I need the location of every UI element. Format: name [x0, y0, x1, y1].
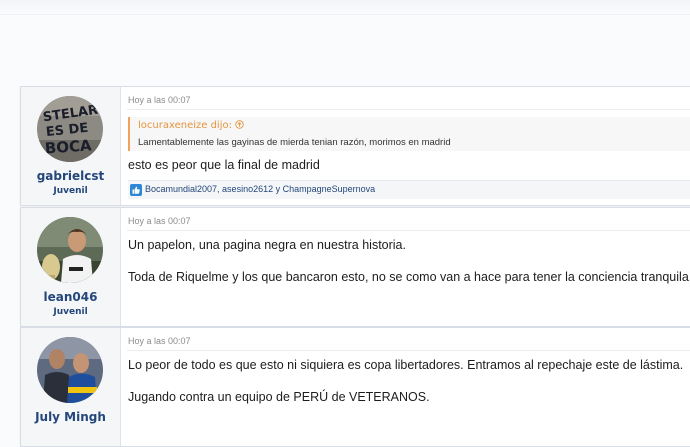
post-1: STELAR ES DE BOCA gabrielcst Juvenil Hoy… — [20, 86, 690, 206]
message-line: Un papelon, una pagina negra en nuestra … — [128, 238, 406, 252]
username[interactable]: July Mingh — [21, 410, 120, 424]
message-line: Jugando contra un equipo de PERÚ de VETE… — [128, 390, 430, 404]
post-content: Hoy a las 00:07 locuraxeneize dijo: Lame… — [127, 87, 690, 205]
quote-text: Lamentablemente las gayinas de mierda te… — [138, 137, 451, 148]
quote-author[interactable]: locuraxeneize dijo: — [138, 120, 244, 131]
message-line: Toda de Riquelme y los que bancaron esto… — [128, 270, 690, 284]
post-3: July Mingh Hoy a las 00:07 Lo peor de to… — [20, 327, 690, 447]
avatar[interactable] — [37, 217, 103, 283]
post-date[interactable]: Hoy a las 00:07 — [128, 95, 191, 105]
player-photo-avatar-icon — [37, 217, 103, 283]
likes-list[interactable]: Bocamundial2007, asesino2612 y Champagne… — [145, 184, 375, 194]
svg-text:BOCA: BOCA — [44, 136, 92, 157]
user-info: lean046 Juvenil — [21, 208, 121, 326]
graffiti-wall-avatar-icon: STELAR ES DE BOCA — [37, 96, 103, 162]
user-info: July Mingh — [21, 328, 121, 446]
divider — [127, 230, 690, 231]
thumbs-up-icon — [130, 184, 142, 196]
divider — [127, 109, 690, 110]
avatar[interactable] — [37, 337, 103, 403]
quote-author-label: locuraxeneize dijo: — [138, 120, 232, 131]
username[interactable]: lean046 — [21, 290, 120, 304]
username[interactable]: gabrielcst — [21, 169, 120, 183]
post-date[interactable]: Hoy a las 00:07 — [128, 216, 191, 226]
user-rank: Juvenil — [53, 307, 88, 317]
message-line: esto es peor que la final de madrid — [128, 158, 320, 172]
message-line: Lo peor de todo es que esto ni siquiera … — [128, 358, 684, 372]
arrow-up-circle-icon[interactable] — [235, 120, 244, 129]
post-content: Hoy a las 00:07 Lo peor de todo es que e… — [127, 328, 690, 446]
likes-bar: Bocamundial2007, asesino2612 y Champagne… — [128, 180, 690, 199]
post-2: lean046 Juvenil Hoy a las 00:07 Un papel… — [20, 207, 690, 327]
divider — [127, 350, 690, 351]
quote-block: locuraxeneize dijo: Lamentablemente las … — [128, 117, 690, 151]
user-rank: Juvenil — [53, 186, 88, 196]
post-content: Hoy a las 00:07 Un papelon, una pagina n… — [127, 208, 690, 326]
avatar[interactable]: STELAR ES DE BOCA — [37, 96, 103, 162]
page-header-strip — [0, 0, 690, 15]
post-date[interactable]: Hoy a las 00:07 — [128, 336, 191, 346]
user-info: STELAR ES DE BOCA gabrielcst Juvenil — [21, 87, 121, 205]
players-photo-avatar-icon — [37, 337, 103, 403]
